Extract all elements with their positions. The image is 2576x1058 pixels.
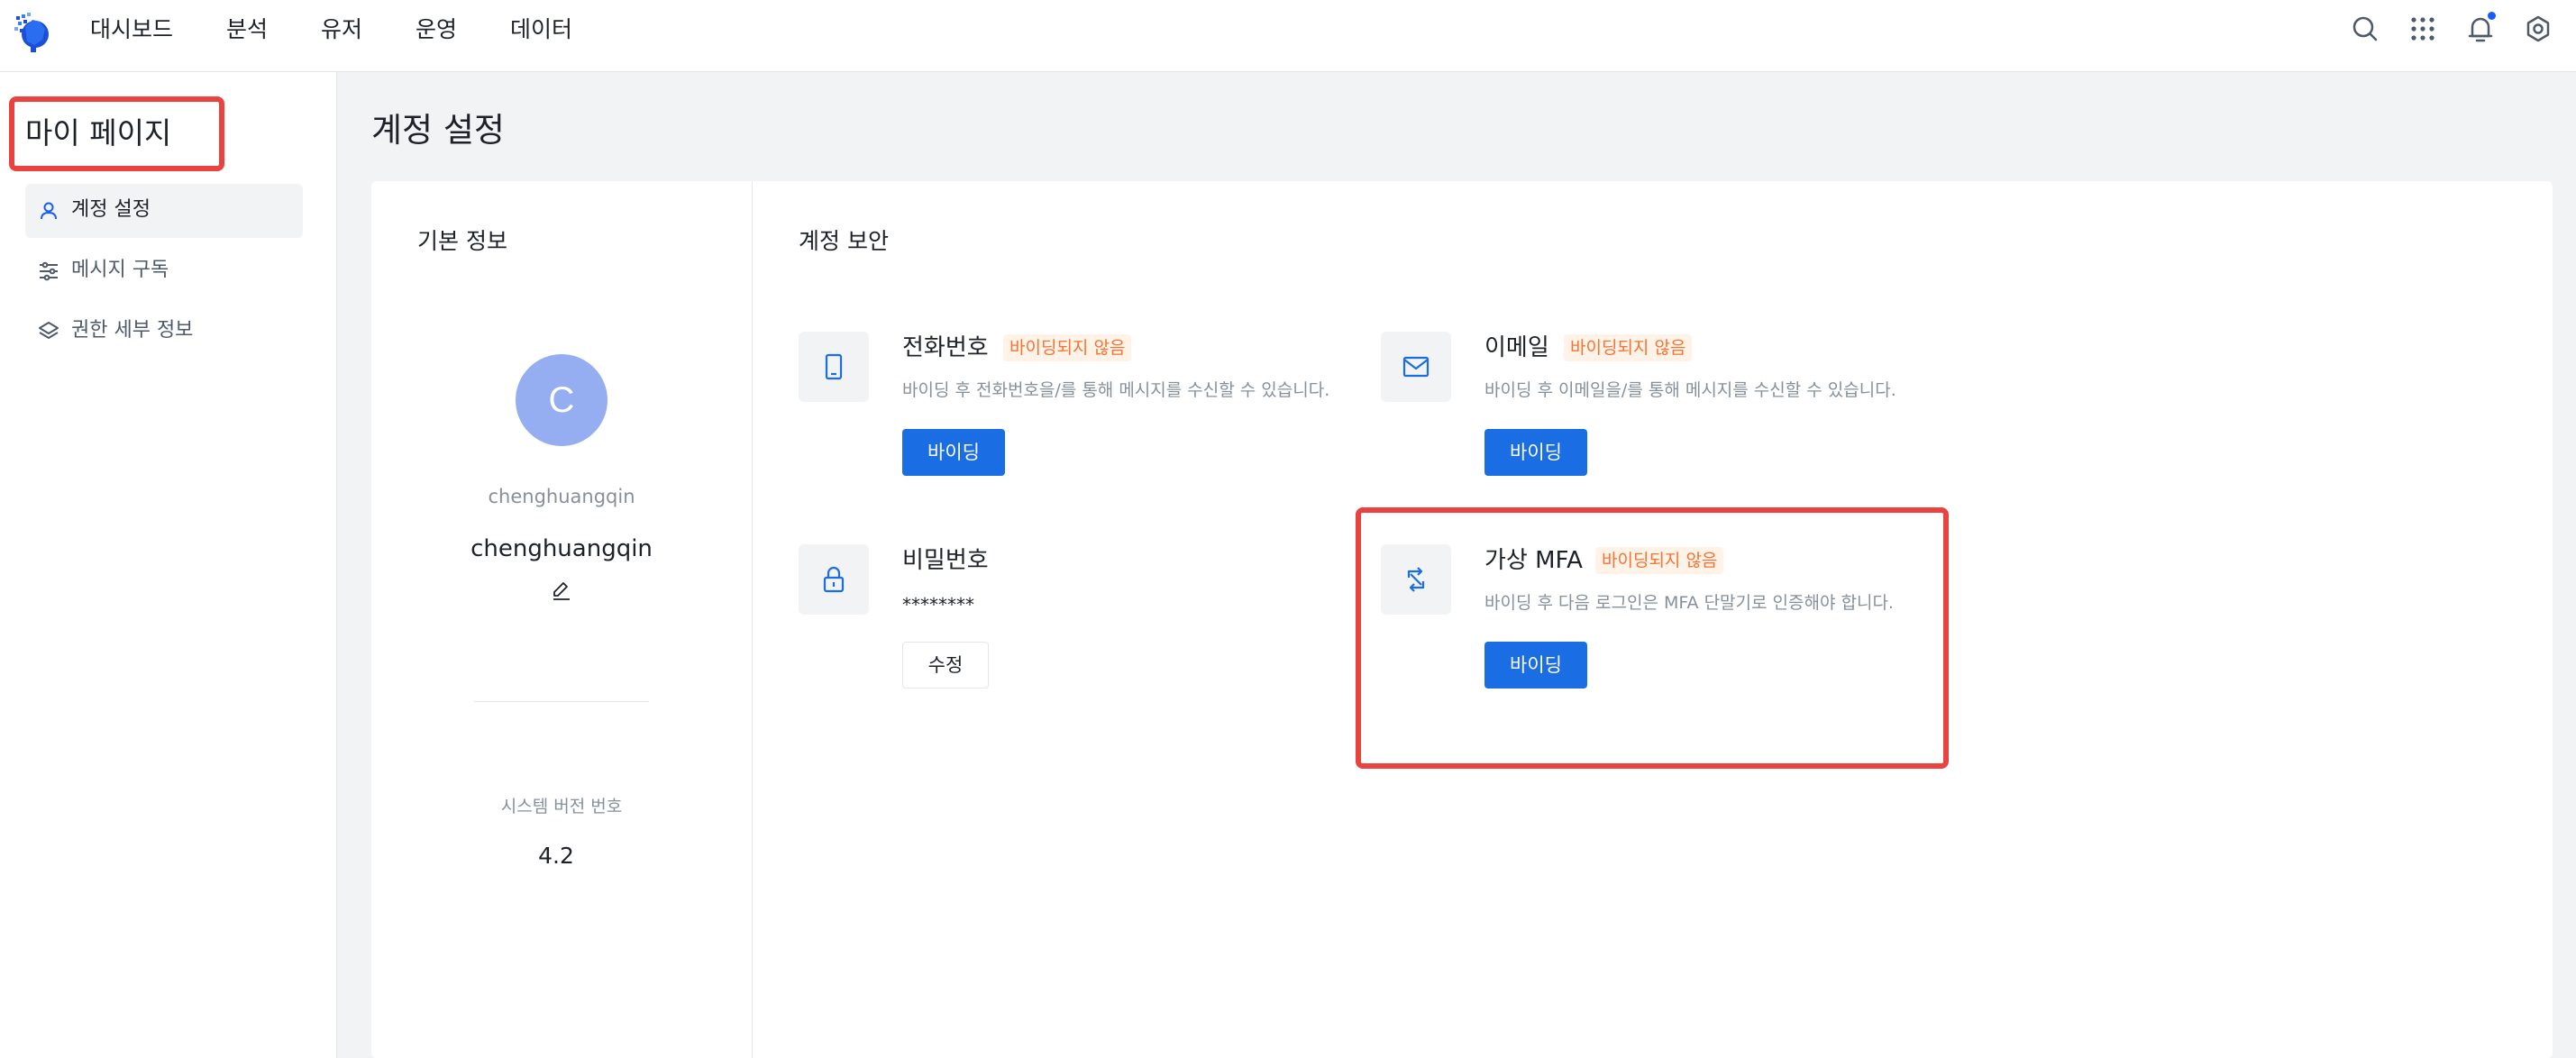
bind-phone-button[interactable]: 바이딩 [902,429,1005,476]
nav-analysis[interactable]: 분석 [226,14,268,45]
phone-status-badge: 바이딩되지 않음 [1003,334,1132,361]
phone-title: 전화번호 [902,334,989,361]
sidebar-item-message-subscription[interactable]: 메시지 구독 [25,244,303,298]
phone-icon-box [799,332,869,402]
basic-info-title: 기본 정보 [417,228,507,254]
apps-grid-icon[interactable] [2407,14,2438,44]
edit-password-button[interactable]: 수정 [902,642,989,689]
highlight-box-sidebar-title [9,96,224,171]
mail-icon [1402,356,1430,378]
version-value: 4.2 [538,843,574,869]
email-title: 이메일 [1484,334,1549,361]
layers-icon [39,322,59,339]
password-icon-box [799,544,869,615]
nav-dashboard[interactable]: 대시보드 [90,14,173,45]
phone-description: 바이딩 후 전화번호을/를 통해 메시지를 수신할 수 있습니다. [902,380,1330,400]
nav-data[interactable]: 데이터 [510,14,572,45]
username-label: chenghuangqin [488,486,635,507]
notification-dot [2488,12,2496,20]
phone-icon [825,353,843,380]
avatar: C [516,354,607,446]
page-title: 계정 설정 [371,111,505,150]
password-title: 비밀번호 [902,547,989,574]
version-label: 시스템 버전 번호 [500,797,623,816]
settings-icon[interactable] [2523,14,2553,44]
sidebar-item-account-settings[interactable]: 계정 설정 [25,184,303,238]
email-description: 바이딩 후 이메일을/를 통해 메시지를 수신할 수 있습니다. [1484,380,1896,400]
sidebar-item-permission-details[interactable]: 권한 세부 정보 [25,305,303,359]
highlight-box-mfa [1356,507,1949,769]
app-logo-icon[interactable] [13,9,52,54]
search-icon[interactable] [2350,14,2380,44]
sidebar-item-label: 권한 세부 정보 [71,319,194,342]
username: chenghuangqin [470,535,653,562]
bind-email-button[interactable]: 바이딩 [1484,429,1587,476]
edit-icon[interactable] [551,579,572,601]
top-navigation-bar: 대시보드 분석 유저 운영 데이터 [0,0,2576,72]
email-status-badge: 바이딩되지 않음 [1564,334,1693,361]
sidebar-item-label: 계정 설정 [71,198,151,221]
account-security-title: 계정 보안 [799,228,889,254]
email-icon-box [1381,332,1451,402]
section-divider [752,181,753,1058]
nav-operations[interactable]: 운영 [416,14,457,45]
sliders-icon [40,261,58,281]
lock-icon [823,566,845,593]
user-icon [41,202,57,220]
sidebar-item-label: 메시지 구독 [71,259,169,281]
password-value: ******** [902,594,974,616]
nav-users[interactable]: 유저 [321,14,362,45]
info-divider [474,701,649,702]
